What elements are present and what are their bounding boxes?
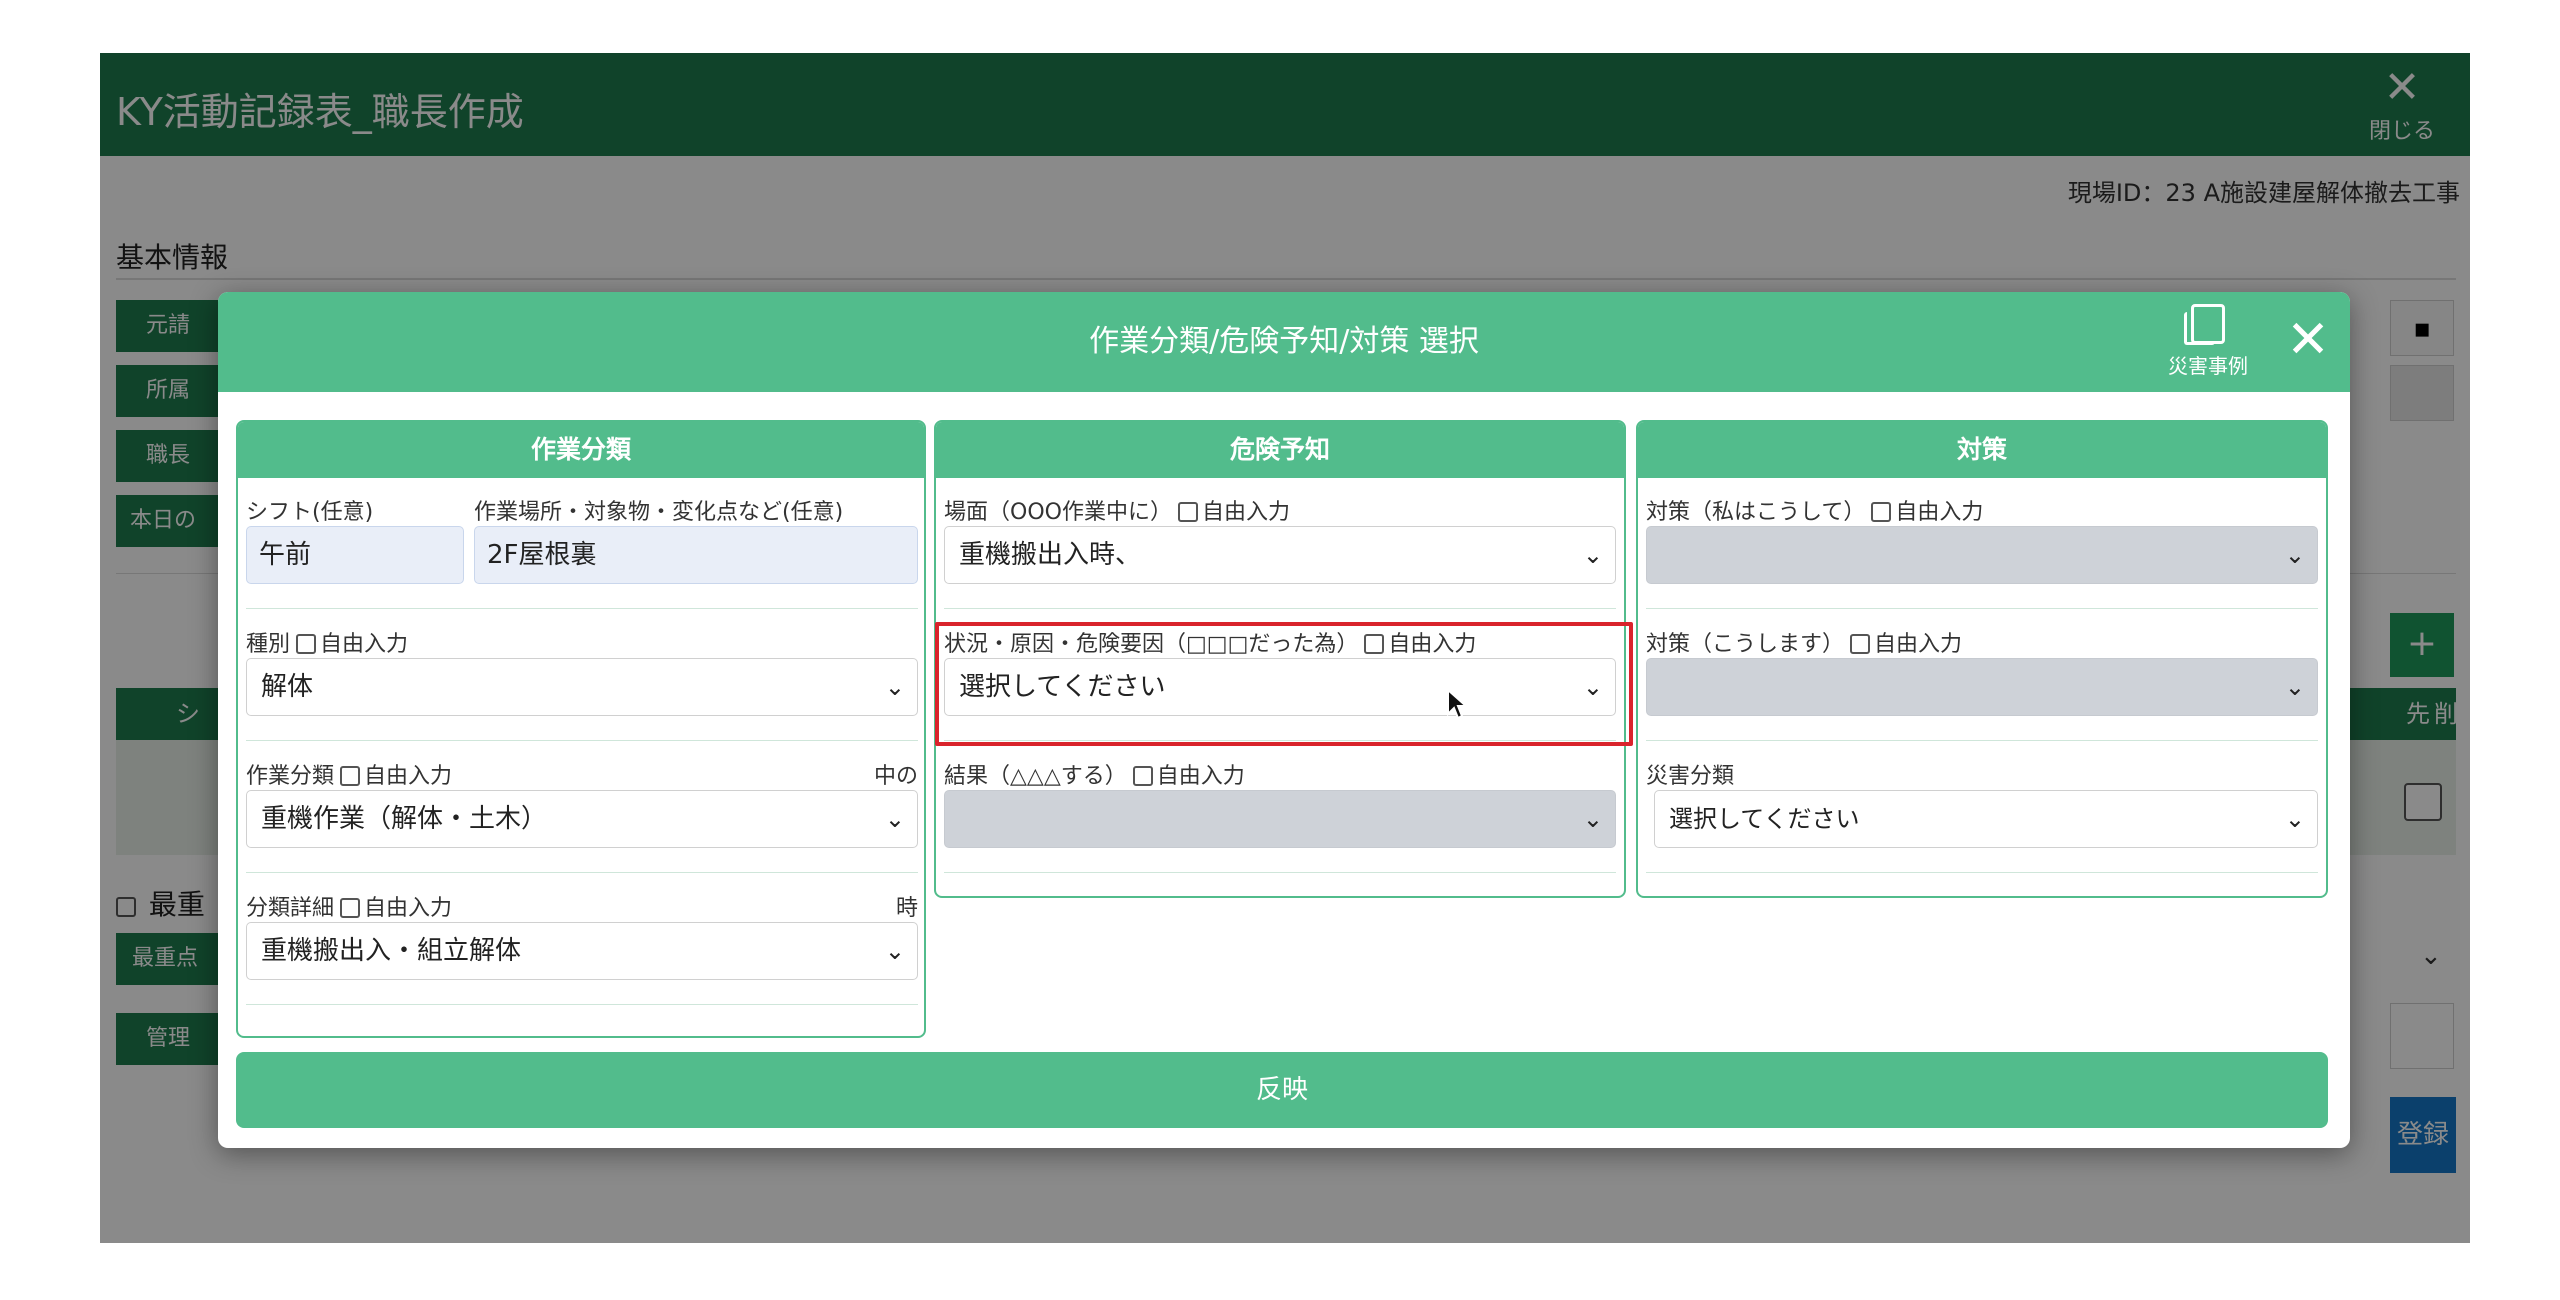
measure1-free-input-label: 自由入力 bbox=[1895, 500, 1984, 525]
measure2-label: 対策（こうします） bbox=[1646, 632, 1845, 657]
measure1-select[interactable]: ⌄ bbox=[1646, 526, 2318, 584]
category-label: 作業分類 bbox=[246, 764, 335, 789]
hazard-prediction-header: 危険予知 bbox=[936, 422, 1624, 478]
detail-select-value: 重機搬出入・組立解体 bbox=[261, 936, 522, 966]
result-label: 結果（△△△する） bbox=[944, 764, 1127, 789]
result-free-input-checkbox[interactable] bbox=[1132, 766, 1153, 786]
divider bbox=[246, 608, 918, 609]
detail-label-row: 分類詳細 自由入力 bbox=[246, 890, 453, 921]
divider bbox=[944, 872, 1616, 873]
place-label: 作業場所・対象物・変化点など(任意) bbox=[474, 500, 844, 525]
measure2-field: 対策（こうします） 自由入力 ⌄ bbox=[1646, 626, 2318, 726]
type-free-input-label: 自由入力 bbox=[320, 632, 409, 657]
disaster-cases-label: 災害事例 bbox=[2168, 354, 2248, 378]
divider bbox=[246, 1004, 918, 1005]
detail-free-input-label: 自由入力 bbox=[364, 896, 453, 921]
shift-place-row: シフト(任意) 作業場所・対象物・変化点など(任意) 午前 2F屋根裏 bbox=[246, 494, 918, 594]
type-free-input-checkbox[interactable] bbox=[296, 634, 317, 654]
work-category-header: 作業分類 bbox=[238, 422, 924, 478]
shift-input[interactable]: 午前 bbox=[246, 526, 464, 584]
measure2-free-input-checkbox[interactable] bbox=[1850, 634, 1871, 654]
document-stack-icon bbox=[2184, 304, 2225, 345]
scene-free-input-checkbox[interactable] bbox=[1177, 502, 1198, 522]
chevron-down-icon: ⌄ bbox=[884, 937, 905, 965]
scene-select-value: 重機搬出入時、 bbox=[959, 540, 1142, 570]
type-select[interactable]: 解体 ⌄ bbox=[246, 658, 918, 716]
type-field: 種別 自由入力 解体 ⌄ bbox=[246, 626, 918, 726]
category-free-input-label: 自由入力 bbox=[364, 764, 453, 789]
measure1-free-input-checkbox[interactable] bbox=[1871, 502, 1892, 522]
chevron-down-icon: ⌄ bbox=[1582, 805, 1603, 833]
divider bbox=[944, 608, 1616, 609]
detail-label: 分類詳細 bbox=[246, 896, 335, 921]
category-free-input-checkbox[interactable] bbox=[340, 766, 361, 786]
type-label: 種別 bbox=[246, 632, 291, 657]
modal-overlay: 作業分類/危険予知/対策 選択 災害事例 ✕ 作業分類 シフト(任意) 作業場所… bbox=[0, 0, 2560, 1300]
disaster-type-select[interactable]: 選択してください ⌄ bbox=[1654, 790, 2318, 848]
result-label-row: 結果（△△△する） 自由入力 bbox=[944, 758, 1245, 789]
measure2-select[interactable]: ⌄ bbox=[1646, 658, 2318, 716]
disaster-type-select-value: 選択してください bbox=[1669, 805, 1860, 833]
divider bbox=[246, 740, 918, 741]
chevron-down-icon: ⌄ bbox=[1582, 541, 1603, 569]
type-select-value: 解体 bbox=[261, 672, 314, 702]
type-label-row: 種別 自由入力 bbox=[246, 626, 409, 657]
measure1-field: 対策（私はこうして） 自由入力 ⌄ bbox=[1646, 494, 2318, 594]
scene-select[interactable]: 重機搬出入時、 ⌄ bbox=[944, 526, 1616, 584]
category-field: 作業分類 自由入力 中の 重機作業（解体・土木） ⌄ bbox=[246, 758, 918, 858]
measure1-label-row: 対策（私はこうして） 自由入力 bbox=[1646, 494, 1984, 525]
shift-label: シフト(任意) bbox=[246, 500, 374, 525]
close-icon[interactable]: ✕ bbox=[2278, 310, 2338, 370]
detail-select[interactable]: 重機搬出入・組立解体 ⌄ bbox=[246, 922, 918, 980]
place-input[interactable]: 2F屋根裏 bbox=[474, 526, 918, 584]
chevron-down-icon: ⌄ bbox=[884, 805, 905, 833]
divider bbox=[1646, 608, 2318, 609]
scene-label: 場面（OOO作業中に） bbox=[944, 500, 1172, 525]
chevron-down-icon: ⌄ bbox=[2284, 673, 2305, 701]
category-note: 中の bbox=[873, 764, 918, 789]
countermeasure-header: 対策 bbox=[1638, 422, 2326, 478]
reflect-button[interactable]: 反映 bbox=[236, 1052, 2328, 1128]
disaster-type-field: 災害分類 選択してください ⌄ bbox=[1646, 758, 2318, 858]
modal-header: 作業分類/危険予知/対策 選択 災害事例 ✕ bbox=[218, 292, 2350, 392]
measure2-free-input-label: 自由入力 bbox=[1874, 632, 1963, 657]
measure1-label: 対策（私はこうして） bbox=[1646, 500, 1866, 525]
divider bbox=[246, 872, 918, 873]
detail-note: 時 bbox=[895, 896, 918, 921]
result-free-input-label: 自由入力 bbox=[1156, 764, 1245, 789]
modal-title: 作業分類/危険予知/対策 選択 bbox=[1089, 324, 1479, 359]
scene-free-input-label: 自由入力 bbox=[1201, 500, 1290, 525]
countermeasure-panel: 対策 対策（私はこうして） 自由入力 ⌄ 対策（こうします） 自由入力 ⌄ 災害… bbox=[1636, 420, 2328, 898]
chevron-down-icon: ⌄ bbox=[2284, 541, 2305, 569]
result-field: 結果（△△△する） 自由入力 ⌄ bbox=[944, 758, 1616, 858]
category-label-row: 作業分類 自由入力 bbox=[246, 758, 453, 789]
focus-highlight-box bbox=[935, 622, 1633, 746]
detail-free-input-checkbox[interactable] bbox=[340, 898, 361, 918]
work-category-panel: 作業分類 シフト(任意) 作業場所・対象物・変化点など(任意) 午前 2F屋根裏… bbox=[236, 420, 926, 1038]
measure2-label-row: 対策（こうします） 自由入力 bbox=[1646, 626, 1963, 657]
category-select-value: 重機作業（解体・土木） bbox=[261, 804, 548, 834]
divider bbox=[1646, 872, 2318, 873]
scene-field: 場面（OOO作業中に） 自由入力 重機搬出入時、 ⌄ bbox=[944, 494, 1616, 594]
category-select[interactable]: 重機作業（解体・土木） ⌄ bbox=[246, 790, 918, 848]
disaster-type-label: 災害分類 bbox=[1646, 764, 1735, 789]
divider bbox=[1646, 740, 2318, 741]
scene-label-row: 場面（OOO作業中に） 自由入力 bbox=[944, 494, 1290, 525]
disaster-cases-button[interactable]: 災害事例 bbox=[2158, 304, 2258, 380]
chevron-down-icon: ⌄ bbox=[2284, 805, 2305, 833]
detail-field: 分類詳細 自由入力 時 重機搬出入・組立解体 ⌄ bbox=[246, 890, 918, 990]
chevron-down-icon: ⌄ bbox=[884, 673, 905, 701]
result-select[interactable]: ⌄ bbox=[944, 790, 1616, 848]
